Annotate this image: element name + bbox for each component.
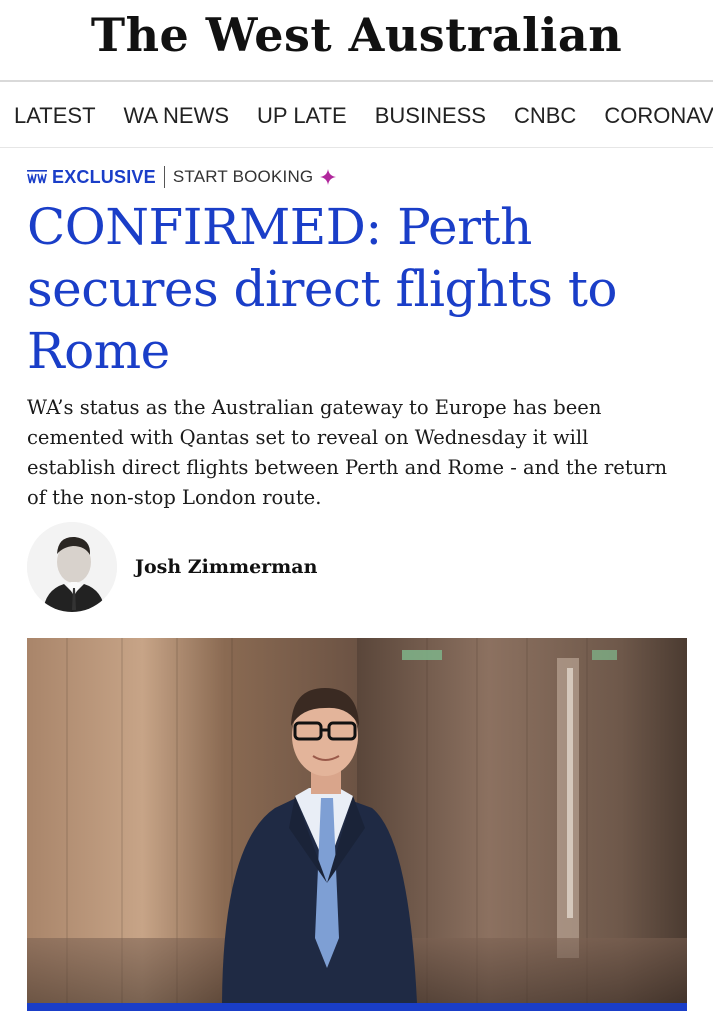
- nav-item-coronavirus[interactable]: CORONAVIRUS: [590, 103, 713, 129]
- article-headline: CONFIRMED: Perth secures direct flights …: [27, 198, 618, 380]
- hero-image-accent-bar: [27, 1003, 687, 1011]
- nav-item-business[interactable]: BUSINESS: [361, 103, 500, 129]
- plus-icon: [320, 169, 337, 185]
- masthead-logo[interactable]: The West Australian: [91, 8, 622, 62]
- masthead: The West Australian: [0, 0, 713, 82]
- kicker-divider: [163, 166, 165, 188]
- author-avatar[interactable]: [27, 522, 117, 612]
- hero-image: [27, 638, 687, 1003]
- nav-item-wa-news[interactable]: WA NEWS: [110, 103, 244, 129]
- article-standfirst: WA’s status as the Australian gateway to…: [27, 396, 668, 509]
- article-kicker: EXCLUSIVE START BOOKING: [27, 164, 337, 190]
- start-booking-link[interactable]: START BOOKING: [173, 167, 314, 187]
- byline: Josh Zimmerman: [27, 521, 317, 613]
- nav-item-cnbc[interactable]: CNBC: [500, 103, 590, 129]
- section-nav: LATEST WA NEWS UP LATE BUSINESS CNBC COR…: [0, 84, 713, 148]
- nav-item-latest[interactable]: LATEST: [0, 103, 110, 129]
- nav-item-up-late[interactable]: UP LATE: [243, 103, 361, 129]
- west-logo-icon: [27, 170, 47, 184]
- exclusive-label: EXCLUSIVE: [52, 166, 156, 187]
- author-name[interactable]: Josh Zimmerman: [135, 556, 317, 578]
